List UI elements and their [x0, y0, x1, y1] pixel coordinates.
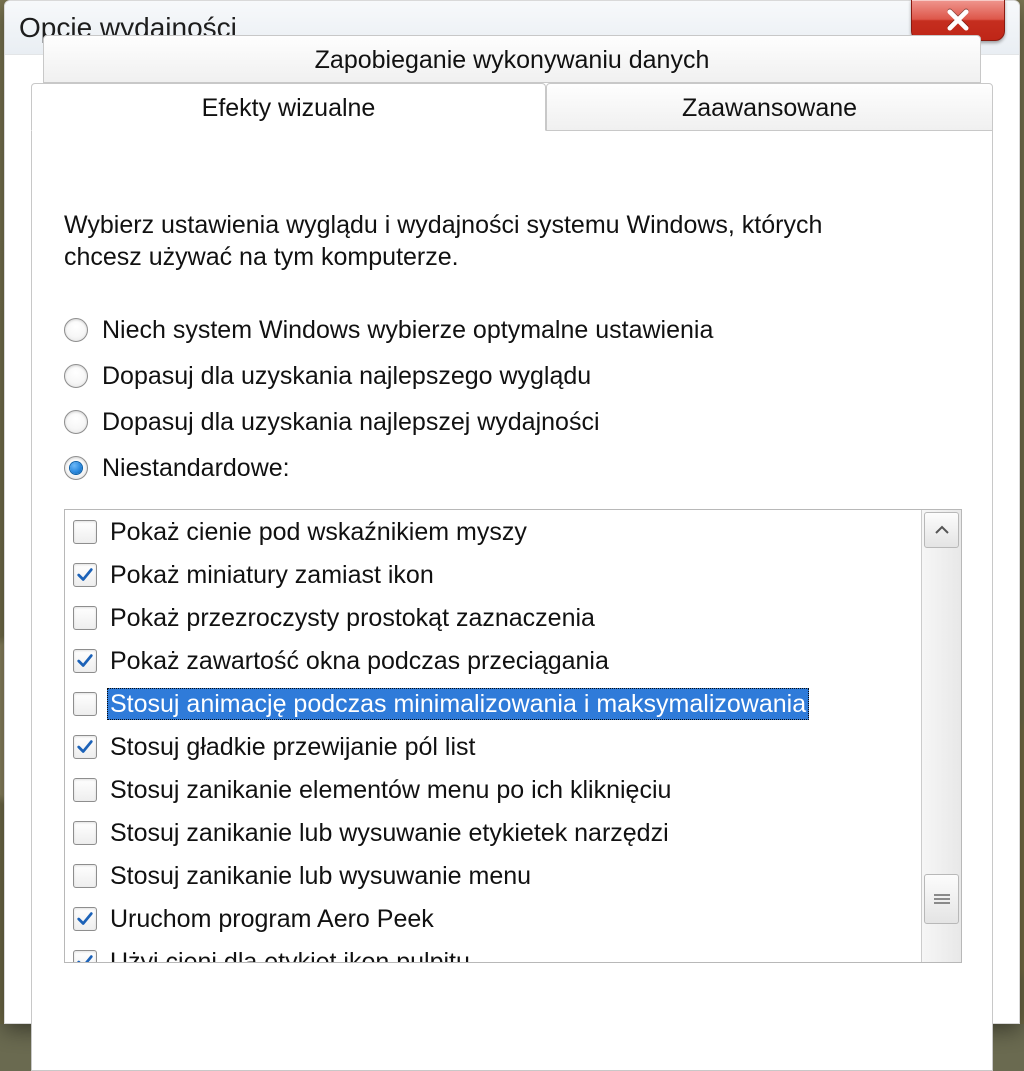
radio-option-0[interactable]: Niech system Windows wybierze optymalne … — [64, 307, 962, 353]
list-item-label: Pokaż cienie pod wskaźnikiem myszy — [107, 516, 530, 548]
list-item[interactable]: Stosuj zanikanie lub wysuwanie menu — [65, 854, 921, 897]
radio-group: Niech system Windows wybierze optymalne … — [64, 307, 962, 491]
intro-text: Wybierz ustawienia wyglądu i wydajności … — [64, 209, 894, 273]
radio-option-1[interactable]: Dopasuj dla uzyskania najlepszego wygląd… — [64, 353, 962, 399]
list-item-label: Użyj cieni dla etykiet ikon pulpitu — [107, 946, 473, 963]
checkbox[interactable] — [73, 692, 97, 716]
check-icon — [76, 910, 94, 928]
checkbox[interactable] — [73, 735, 97, 759]
checkbox[interactable] — [73, 907, 97, 931]
list-item[interactable]: Stosuj gładkie przewijanie pól list — [65, 725, 921, 768]
list-item-label: Stosuj zanikanie lub wysuwanie etykietek… — [107, 817, 672, 849]
checkbox[interactable] — [73, 606, 97, 630]
radio-indicator[interactable] — [64, 364, 88, 388]
list-item-label: Pokaż zawartość okna podczas przeciągani… — [107, 645, 612, 677]
list-item[interactable]: Pokaż przezroczysty prostokąt zaznaczeni… — [65, 596, 921, 639]
radio-option-2[interactable]: Dopasuj dla uzyskania najlepszej wydajno… — [64, 399, 962, 445]
checkbox[interactable] — [73, 778, 97, 802]
chevron-up-icon — [935, 525, 949, 535]
checkbox[interactable] — [73, 649, 97, 673]
check-icon — [76, 566, 94, 584]
tab-strip: Zapobieganie wykonywaniu danych Efekty w… — [31, 35, 993, 131]
list-item-label: Stosuj animację podczas minimalizowania … — [107, 688, 809, 720]
check-icon — [76, 652, 94, 670]
scrollbar[interactable] — [921, 510, 961, 962]
list-item[interactable]: Pokaż miniatury zamiast ikon — [65, 553, 921, 596]
scroll-thumb[interactable] — [924, 874, 959, 924]
list-item-label: Stosuj zanikanie lub wysuwanie menu — [107, 860, 534, 892]
list-item-label: Stosuj gładkie przewijanie pól list — [107, 731, 478, 763]
tab-advanced[interactable]: Zaawansowane — [546, 83, 993, 131]
check-icon — [76, 953, 94, 963]
radio-label: Niestandardowe: — [102, 452, 290, 484]
tab-visual-effects[interactable]: Efekty wizualne — [31, 83, 546, 131]
effects-listbox[interactable]: Pokaż cienie pod wskaźnikiem myszy Pokaż … — [64, 509, 962, 963]
list-item-label: Pokaż miniatury zamiast ikon — [107, 559, 437, 591]
checkbox[interactable] — [73, 563, 97, 587]
check-icon — [76, 738, 94, 756]
radio-indicator[interactable] — [64, 318, 88, 342]
client-area: Zapobieganie wykonywaniu danych Efekty w… — [5, 55, 1019, 1023]
list-item-label: Uruchom program Aero Peek — [107, 903, 437, 935]
radio-label: Dopasuj dla uzyskania najlepszego wygląd… — [102, 360, 591, 392]
list-item[interactable]: Stosuj zanikanie elementów menu po ich k… — [65, 768, 921, 811]
radio-indicator[interactable] — [64, 456, 88, 480]
tab-dep[interactable]: Zapobieganie wykonywaniu danych — [43, 35, 981, 83]
radio-option-3[interactable]: Niestandardowe: — [64, 445, 962, 491]
checkbox[interactable] — [73, 864, 97, 888]
checkbox[interactable] — [73, 821, 97, 845]
list-item[interactable]: Pokaż cienie pod wskaźnikiem myszy — [65, 510, 921, 553]
performance-options-window: Opcje wydajności Zapobieganie wykonywani… — [4, 0, 1020, 1024]
radio-indicator[interactable] — [64, 410, 88, 434]
list-item[interactable]: Stosuj zanikanie lub wysuwanie etykietek… — [65, 811, 921, 854]
radio-label: Dopasuj dla uzyskania najlepszej wydajno… — [102, 406, 600, 438]
close-icon — [944, 6, 972, 34]
checkbox[interactable] — [73, 520, 97, 544]
list-item[interactable]: Użyj cieni dla etykiet ikon pulpitu — [65, 940, 921, 962]
radio-label: Niech system Windows wybierze optymalne … — [102, 314, 713, 346]
list-item[interactable]: Stosuj animację podczas minimalizowania … — [65, 682, 921, 725]
tab-panel-visual: Wybierz ustawienia wyglądu i wydajności … — [32, 179, 992, 963]
list-item-label: Stosuj zanikanie elementów menu po ich k… — [107, 774, 674, 806]
list-item-label: Pokaż przezroczysty prostokąt zaznaczeni… — [107, 602, 598, 634]
list-item[interactable]: Pokaż zawartość okna podczas przeciągani… — [65, 639, 921, 682]
tab-control: Wybierz ustawienia wyglądu i wydajności … — [31, 131, 993, 1071]
checkbox[interactable] — [73, 950, 97, 963]
list-item[interactable]: Uruchom program Aero Peek — [65, 897, 921, 940]
scroll-up-button[interactable] — [924, 512, 959, 548]
